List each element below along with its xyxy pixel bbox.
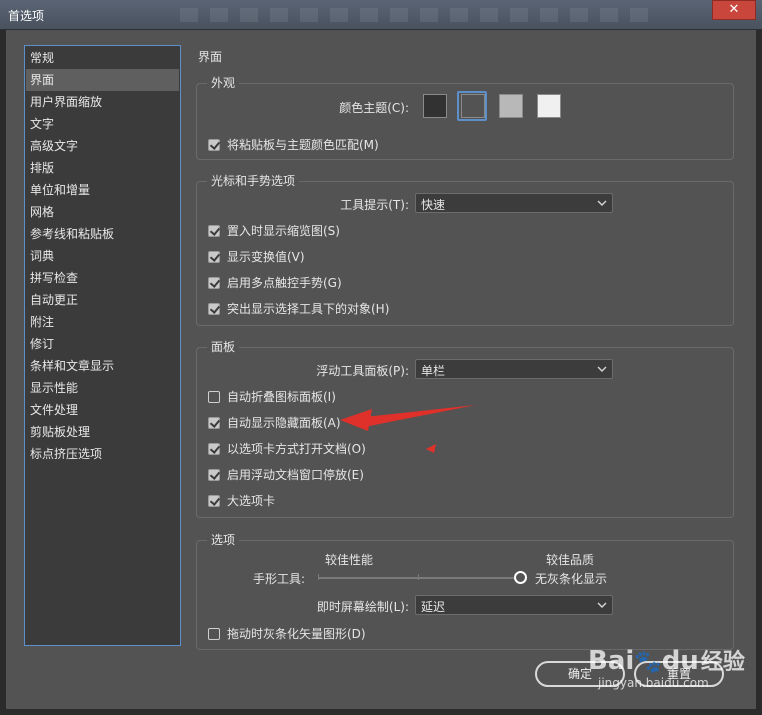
option-row[interactable]: 自动显示隐藏面板(A) bbox=[208, 414, 341, 431]
panels-group: 面板 浮动工具面板(P): 单栏 自动折叠图标面板(I) 自动显示隐藏面板(A) 以… bbox=[196, 338, 734, 518]
sidebar-item[interactable]: 单位和增量 bbox=[26, 179, 179, 201]
match-pasteboard-checkbox[interactable] bbox=[208, 138, 220, 151]
title-bar-decoration bbox=[180, 8, 660, 22]
slider-tick bbox=[318, 574, 319, 580]
panels-legend: 面板 bbox=[207, 338, 240, 355]
gray-vector-label: 拖动时灰条化矢量图形(D) bbox=[227, 627, 366, 641]
theme-swatch-medium-light[interactable] bbox=[499, 94, 523, 118]
option-label: 自动显示隐藏面板(A) bbox=[227, 416, 341, 430]
live-draw-select[interactable]: 延迟 bbox=[415, 595, 613, 615]
floating-panel-label: 浮动工具面板(P): bbox=[316, 364, 409, 378]
options-group: 选项 较佳性能 较佳品质 手形工具: 无灰条化显示 即时屏幕绘制(L): 延迟 … bbox=[196, 531, 734, 650]
match-pasteboard-label: 将粘贴板与主题颜色匹配(M) bbox=[227, 138, 379, 152]
hand-tool-label: 手形工具: bbox=[252, 572, 305, 586]
checkbox[interactable] bbox=[208, 250, 220, 263]
sidebar-item[interactable]: 排版 bbox=[26, 157, 179, 179]
checkbox[interactable] bbox=[208, 276, 220, 289]
appearance-group: 外观 颜色主题(C): 将粘贴板与主题颜色匹配(M) bbox=[196, 74, 734, 160]
better-performance-label: 较佳性能 bbox=[325, 553, 374, 567]
sidebar-item[interactable]: 剪贴板处理 bbox=[26, 421, 179, 443]
appearance-legend: 外观 bbox=[207, 74, 240, 91]
hand-tool-value: 无灰条化显示 bbox=[535, 572, 608, 586]
checkbox[interactable] bbox=[208, 468, 220, 481]
watermark-du: du bbox=[661, 646, 699, 676]
window-title: 首选项 bbox=[8, 9, 45, 23]
sidebar-item[interactable]: 界面 bbox=[26, 69, 179, 91]
theme-swatch-medium-dark[interactable] bbox=[461, 94, 485, 118]
sidebar-item[interactable]: 用户界面缩放 bbox=[26, 91, 179, 113]
preferences-sidebar: 常规 界面 用户界面缩放 文字 高级文字 排版 单位和增量 网格 参考线和粘贴板 词典 拼写检查 自动… bbox=[24, 45, 181, 646]
sidebar-item[interactable]: 词典 bbox=[26, 245, 179, 267]
sidebar-list: 常规 界面 用户界面缩放 文字 高级文字 排版 单位和增量 网格 参考线和粘贴板 词典 拼写检查 自动… bbox=[26, 47, 179, 465]
option-label: 启用浮动文档窗口停放(E) bbox=[227, 468, 364, 482]
sidebar-item[interactable]: 显示性能 bbox=[26, 377, 179, 399]
floating-panel-value: 单栏 bbox=[421, 364, 446, 378]
option-label: 启用多点触控手势(G) bbox=[227, 276, 342, 290]
options-legend: 选项 bbox=[207, 531, 240, 548]
window-close-button[interactable]: ✕ bbox=[712, 0, 756, 20]
chevron-down-icon bbox=[597, 200, 607, 206]
tooltips-label: 工具提示(T): bbox=[340, 198, 409, 212]
sidebar-item[interactable]: 自动更正 bbox=[26, 289, 179, 311]
option-row[interactable]: 启用多点触控手势(G) bbox=[208, 274, 342, 291]
hand-tool-slider-track[interactable] bbox=[318, 577, 520, 579]
cursor-gesture-legend: 光标和手势选项 bbox=[207, 172, 300, 189]
sidebar-item[interactable]: 标点挤压选项 bbox=[26, 443, 179, 465]
option-label: 显示变换值(V) bbox=[227, 250, 305, 264]
option-row[interactable]: 置入时显示缩览图(S) bbox=[208, 222, 340, 239]
watermark-url: jingyan.baidu.com bbox=[598, 676, 709, 690]
option-row[interactable]: 启用浮动文档窗口停放(E) bbox=[208, 466, 364, 483]
tooltips-select[interactable]: 快速 bbox=[415, 193, 613, 213]
chevron-down-icon bbox=[597, 602, 607, 608]
sidebar-item[interactable]: 条样和文章显示 bbox=[26, 355, 179, 377]
checkbox[interactable] bbox=[208, 442, 220, 455]
floating-panel-select[interactable]: 单栏 bbox=[415, 359, 613, 379]
dialog-body: 常规 界面 用户界面缩放 文字 高级文字 排版 单位和增量 网格 参考线和粘贴板 词典 拼写检查 自动… bbox=[6, 30, 756, 709]
checkbox[interactable] bbox=[208, 390, 220, 403]
checkbox[interactable] bbox=[208, 224, 220, 237]
option-label: 自动折叠图标面板(I) bbox=[227, 390, 336, 404]
live-draw-value: 延迟 bbox=[421, 600, 446, 614]
title-bar: 首选项 ✕ bbox=[0, 0, 762, 30]
checkbox[interactable] bbox=[208, 302, 220, 315]
page-title: 界面 bbox=[198, 50, 223, 64]
theme-swatch-dark[interactable] bbox=[423, 94, 447, 118]
hand-tool-slider-thumb[interactable] bbox=[514, 571, 527, 584]
sidebar-item[interactable]: 高级文字 bbox=[26, 135, 179, 157]
option-label: 置入时显示缩览图(S) bbox=[227, 224, 340, 238]
option-label: 以选项卡方式打开文档(O) bbox=[227, 442, 366, 456]
option-row[interactable]: 自动折叠图标面板(I) bbox=[208, 388, 336, 405]
gray-vector-option[interactable]: 拖动时灰条化矢量图形(D) bbox=[208, 625, 366, 642]
sidebar-item[interactable]: 常规 bbox=[26, 47, 179, 69]
option-row[interactable]: 显示变换值(V) bbox=[208, 248, 305, 265]
watermark-brand: Bai bbox=[588, 646, 635, 676]
checkbox[interactable] bbox=[208, 416, 220, 429]
checkbox[interactable] bbox=[208, 494, 220, 507]
watermark-logo: Bai🐾du经验 bbox=[588, 644, 745, 676]
sidebar-item[interactable]: 文件处理 bbox=[26, 399, 179, 421]
better-quality-label: 较佳品质 bbox=[546, 553, 595, 567]
match-pasteboard-option[interactable]: 将粘贴板与主题颜色匹配(M) bbox=[208, 136, 379, 153]
theme-swatch-light[interactable] bbox=[537, 94, 561, 118]
sidebar-item[interactable]: 参考线和粘贴板 bbox=[26, 223, 179, 245]
gray-vector-checkbox[interactable] bbox=[208, 627, 220, 640]
sidebar-item[interactable]: 修订 bbox=[26, 333, 179, 355]
sidebar-item[interactable]: 拼写检查 bbox=[26, 267, 179, 289]
option-label: 大选项卡 bbox=[227, 494, 276, 508]
chevron-down-icon bbox=[597, 366, 607, 372]
live-draw-label: 即时屏幕绘制(L): bbox=[316, 600, 409, 614]
option-row[interactable]: 以选项卡方式打开文档(O) bbox=[208, 440, 366, 457]
cursor-gesture-group: 光标和手势选项 工具提示(T): 快速 置入时显示缩览图(S) 显示变换值(V) 启… bbox=[196, 172, 734, 326]
color-theme-label: 颜色主题(C): bbox=[339, 101, 409, 115]
tooltips-value: 快速 bbox=[421, 198, 446, 212]
paw-icon: 🐾 bbox=[634, 650, 662, 675]
watermark-cn: 经验 bbox=[700, 650, 745, 675]
sidebar-item[interactable]: 网格 bbox=[26, 201, 179, 223]
slider-tick bbox=[418, 574, 419, 580]
sidebar-item[interactable]: 文字 bbox=[26, 113, 179, 135]
sidebar-item[interactable]: 附注 bbox=[26, 311, 179, 333]
option-row[interactable]: 突出显示选择工具下的对象(H) bbox=[208, 300, 389, 317]
option-label: 突出显示选择工具下的对象(H) bbox=[227, 302, 390, 316]
option-row[interactable]: 大选项卡 bbox=[208, 492, 275, 509]
